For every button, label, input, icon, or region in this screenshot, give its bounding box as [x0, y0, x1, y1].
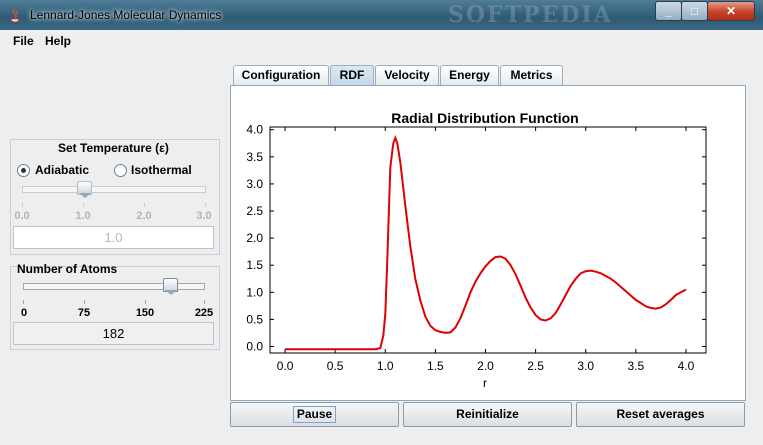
temperature-tick — [83, 203, 84, 207]
temperature-slider-track[interactable] — [22, 186, 206, 193]
rdf-chart: Radial Distribution Function 0.0 0.5 1.0 1.… — [246, 110, 707, 390]
x-tick-label: 3.5 — [627, 359, 644, 373]
reset-averages-button[interactable]: Reset averages — [576, 402, 745, 427]
y-tick-label: 2.0 — [246, 231, 263, 245]
x-tick-label: 4.0 — [678, 359, 695, 373]
close-icon: ✕ — [725, 4, 737, 18]
plot-area — [269, 126, 707, 354]
y-tick-label: 4.0 — [246, 123, 263, 137]
atoms-tick-label: 0 — [20, 307, 28, 319]
atoms-slider-thumb[interactable] — [163, 278, 178, 295]
rdf-tab-panel: Radial Distribution Function 0.0 0.5 1.0 1.… — [230, 85, 746, 401]
maximize-icon: □ — [690, 4, 699, 18]
minimize-button[interactable]: _ — [655, 1, 682, 21]
temperature-tick — [144, 203, 145, 207]
atoms-tick — [84, 300, 85, 304]
atoms-tick — [145, 300, 146, 304]
java-app-icon — [10, 8, 20, 23]
pause-label: Pause — [292, 406, 337, 423]
y-tick-label: 3.5 — [246, 150, 263, 164]
temperature-tick — [22, 203, 23, 207]
temperature-tick-label: 0.0 — [14, 210, 30, 222]
maximize-button[interactable]: □ — [681, 1, 708, 21]
temperature-slider-thumb[interactable] — [77, 181, 92, 198]
x-tick-label: 3.0 — [577, 359, 594, 373]
tab-velocity[interactable]: Velocity — [375, 65, 439, 85]
temperature-field[interactable]: 1.0 — [13, 226, 214, 249]
x-axis-label: r — [483, 376, 487, 390]
x-tick-label: 2.0 — [477, 359, 494, 373]
atoms-tick — [23, 300, 24, 304]
minimize-icon: _ — [665, 4, 672, 18]
isothermal-radio[interactable] — [114, 164, 127, 177]
y-tick-label: 0.5 — [246, 312, 263, 326]
y-tick-label: 1.0 — [246, 285, 263, 299]
atoms-tick-label: 150 — [135, 307, 155, 319]
chart-title: Radial Distribution Function — [391, 110, 578, 126]
menu-help[interactable]: Help — [45, 34, 71, 48]
atoms-tick-label: 75 — [77, 307, 91, 319]
reinitialize-button[interactable]: Reinitialize — [403, 402, 572, 427]
y-tick-label: 2.5 — [246, 204, 263, 218]
tab-rdf[interactable]: RDF — [330, 65, 374, 85]
temperature-tick-label: 3.0 — [196, 210, 212, 222]
y-tick-label: 1.5 — [246, 258, 263, 272]
window-title: Lennard-Jones Molecular Dynamics — [30, 8, 222, 22]
menu-file[interactable]: File — [13, 34, 34, 48]
close-button[interactable]: ✕ — [707, 1, 755, 21]
title-bar[interactable]: Lennard-Jones Molecular Dynamics SOFTPED… — [0, 0, 763, 30]
temperature-title: Set Temperature (ε) — [58, 141, 169, 155]
x-tick-label: 1.5 — [427, 359, 444, 373]
app-window: Lennard-Jones Molecular Dynamics SOFTPED… — [0, 0, 763, 445]
adiabatic-label[interactable]: Adiabatic — [35, 163, 89, 177]
y-tick-label: 3.0 — [246, 177, 263, 191]
isothermal-label[interactable]: Isothermal — [131, 163, 192, 177]
temperature-tick — [205, 203, 206, 207]
x-tick-label: 0.0 — [277, 359, 294, 373]
menu-bar: File Help — [5, 30, 757, 52]
adiabatic-radio[interactable] — [17, 164, 30, 177]
watermark-text: SOFTPEDIA — [448, 2, 613, 28]
y-tick-label: 0.0 — [246, 339, 263, 353]
tab-energy[interactable]: Energy — [440, 65, 499, 85]
x-tick-label: 0.5 — [327, 359, 344, 373]
atoms-tick — [204, 300, 205, 304]
atoms-tick-label: 225 — [194, 307, 214, 319]
pause-button[interactable]: Pause — [230, 402, 399, 427]
temperature-tick-label: 1.0 — [75, 210, 91, 222]
atoms-field[interactable]: 182 — [13, 322, 214, 345]
temperature-tick-label: 2.0 — [136, 210, 152, 222]
atoms-title: Number of Atoms — [17, 262, 118, 276]
x-tick-label: 1.0 — [377, 359, 394, 373]
x-tick-label: 2.5 — [527, 359, 544, 373]
tab-metrics[interactable]: Metrics — [500, 65, 563, 85]
tab-configuration[interactable]: Configuration — [233, 65, 329, 85]
